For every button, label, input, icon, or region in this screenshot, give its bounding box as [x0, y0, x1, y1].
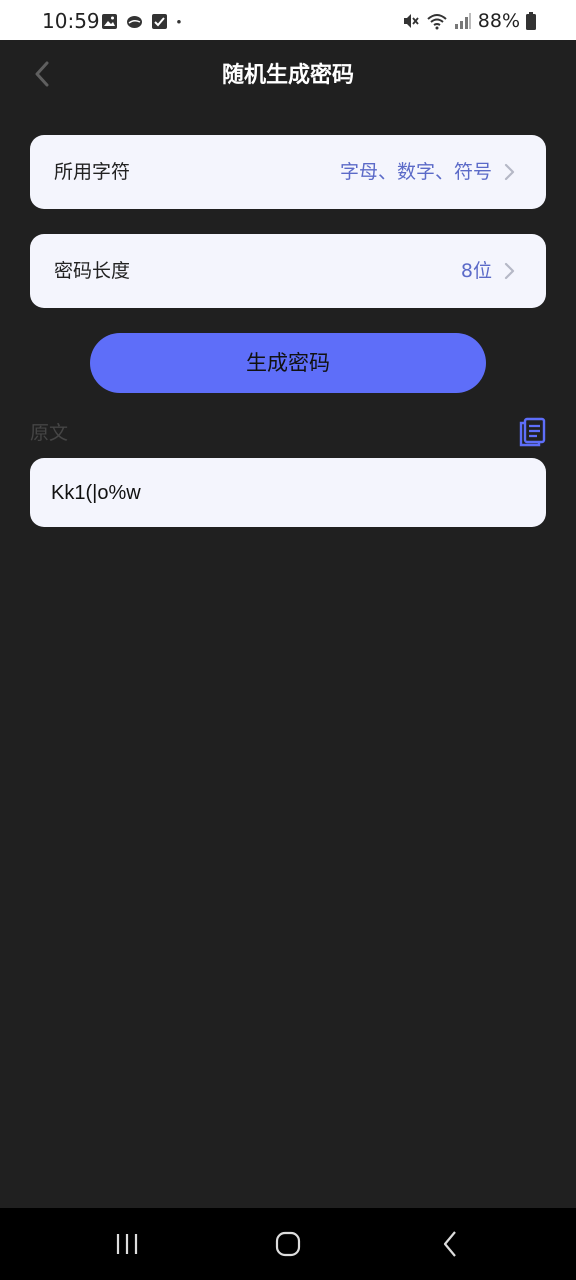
- generated-password[interactable]: Kk1(|o%w: [51, 482, 141, 504]
- recent-apps-icon: [116, 1234, 138, 1254]
- password-output-box[interactable]: Kk1(|o%w: [30, 458, 546, 527]
- back-icon: [443, 1231, 456, 1257]
- notification-icons: [101, 13, 186, 30]
- copy-button[interactable]: [516, 416, 548, 448]
- length-setting-row[interactable]: 密码长度 8位: [30, 234, 546, 308]
- nav-back-button[interactable]: [428, 1226, 472, 1262]
- battery-icon: [526, 12, 536, 30]
- system-nav-bar: [0, 1208, 576, 1280]
- result-label: 原文: [30, 422, 69, 444]
- chevron-right-icon: [504, 262, 515, 280]
- status-bar: 10:59 88%: [0, 0, 576, 40]
- length-label: 密码长度: [54, 260, 131, 282]
- battery-percent: 88%: [477, 10, 520, 32]
- wifi-icon: [427, 14, 447, 30]
- cloud-icon: [127, 16, 142, 28]
- copy-icon: [519, 417, 546, 447]
- home-icon: [275, 1231, 301, 1257]
- generate-password-button[interactable]: 生成密码: [90, 333, 486, 393]
- length-value: 8位: [460, 260, 492, 282]
- image-icon: [102, 14, 117, 29]
- status-right: 88%: [402, 10, 536, 32]
- mute-icon: [403, 14, 419, 28]
- dot-icon: [177, 20, 181, 24]
- characters-value: 字母、数字、符号: [339, 161, 492, 183]
- check-box-icon: [152, 14, 167, 29]
- app-header: 随机生成密码: [0, 40, 576, 112]
- chevron-right-icon: [504, 163, 515, 181]
- home-button[interactable]: [266, 1226, 310, 1262]
- screen: 10:59 88% 随机生成密码 所用字符 字母、数字、符号 密码长度 8位 生…: [0, 0, 576, 1280]
- characters-label: 所用字符: [54, 161, 131, 183]
- page-title: 随机生成密码: [221, 63, 354, 88]
- signal-icon: [454, 13, 471, 29]
- recent-apps-button[interactable]: [105, 1226, 149, 1262]
- status-time: 10:59: [42, 9, 100, 33]
- characters-setting-row[interactable]: 所用字符 字母、数字、符号: [30, 135, 546, 209]
